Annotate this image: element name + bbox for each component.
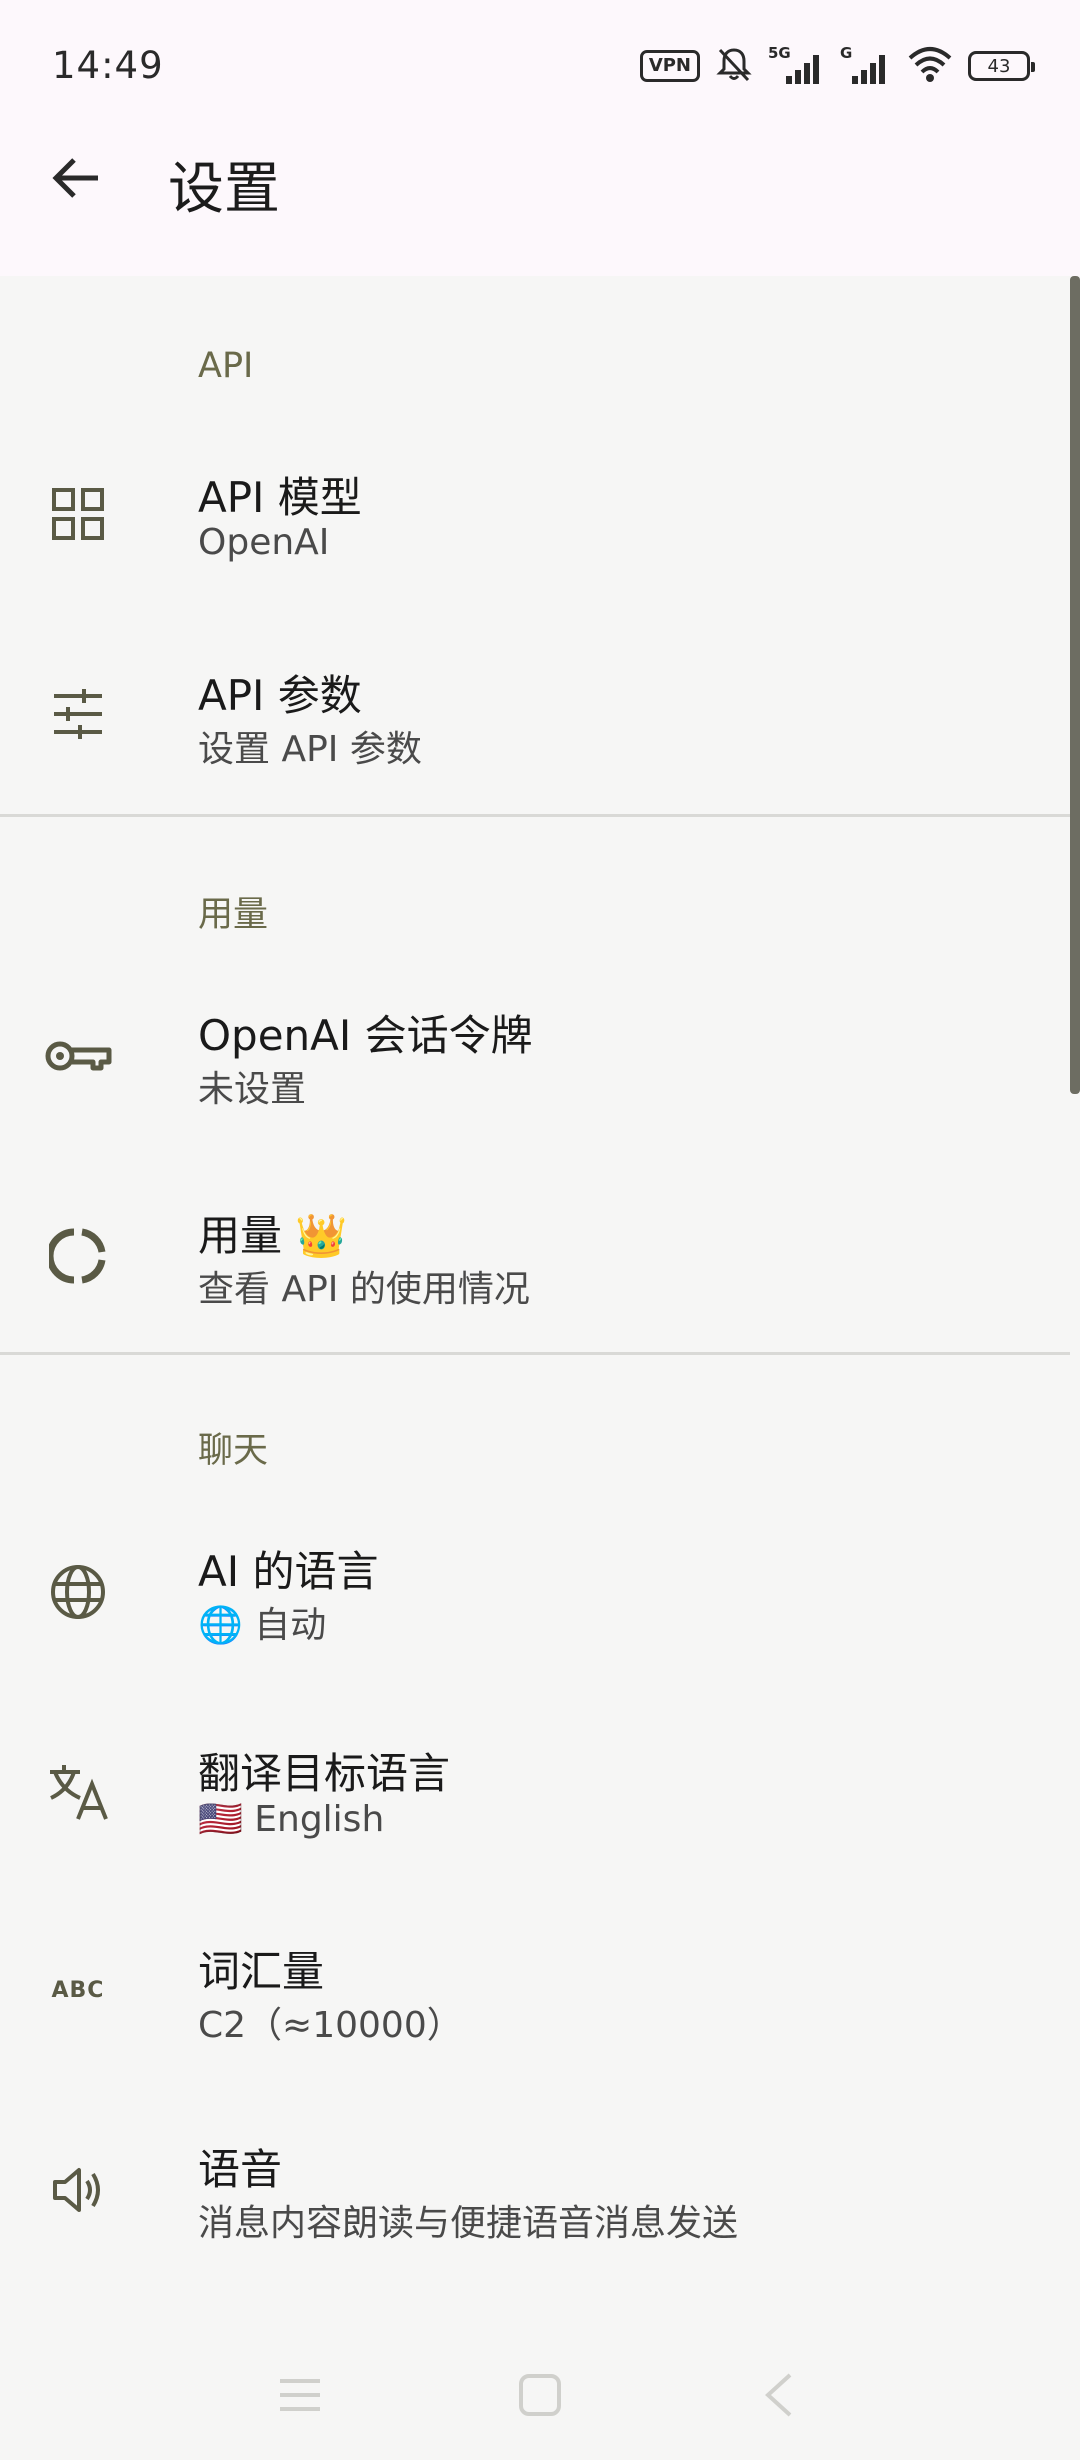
nav-back-button[interactable] (745, 2360, 815, 2430)
signal-5g-icon: 5G (768, 44, 826, 86)
section-divider (0, 814, 1070, 817)
wifi-icon (906, 44, 954, 88)
section-header-usage: 用量 (198, 895, 269, 935)
settings-item-usage[interactable]: 用量 👑 查看 API 的使用情况 (0, 1166, 1070, 1346)
settings-item-session-token[interactable]: OpenAI 会话令牌 未设置 (0, 966, 1070, 1146)
page-title: 设置 (168, 157, 280, 222)
signal-g-icon: G (840, 44, 892, 86)
key-icon (40, 1018, 116, 1094)
signal-5g-label: 5G (768, 44, 791, 62)
settings-item-translate-target[interactable]: 翻译目标语言 🇺🇸 English (0, 1702, 1070, 1882)
status-icons: VPN 5G G 43 (639, 44, 1035, 88)
item-subtitle: 设置 API 参数 (198, 729, 422, 770)
item-subtitle: 🌐 自动 (198, 1605, 327, 1646)
status-time: 14:49 (52, 44, 164, 87)
item-title: AI 的语言 (198, 1547, 379, 1596)
chevron-left-icon (765, 2373, 792, 2417)
item-title: 词汇量 (198, 1947, 325, 1996)
speaker-icon (40, 2152, 116, 2228)
settings-item-ai-language[interactable]: AI 的语言 🌐 自动 (0, 1502, 1070, 1682)
menu-icon (280, 2379, 320, 2411)
tune-icon (40, 676, 116, 752)
item-subtitle: 查看 API 的使用情况 (198, 1269, 530, 1310)
battery-icon: 43 (968, 51, 1035, 81)
item-title: 翻译目标语言 (198, 1749, 451, 1798)
nav-home-button[interactable] (505, 2360, 575, 2430)
arrow-left-icon (52, 158, 98, 198)
item-title: OpenAI 会话令牌 (198, 1011, 533, 1060)
nav-menu-button[interactable] (265, 2360, 335, 2430)
abc-icon: ABC (51, 1977, 105, 2003)
home-square-icon (519, 2374, 561, 2416)
section-divider (0, 1352, 1070, 1355)
app-bar (0, 140, 1080, 276)
status-bar: 14:49 VPN 5G G 43 (0, 0, 1080, 140)
bell-off-icon (714, 44, 754, 88)
item-subtitle: 消息内容朗读与便捷语音消息发送 (198, 2203, 739, 2244)
section-header-api: API (198, 346, 254, 386)
back-button[interactable] (36, 138, 116, 218)
section-header-chat: 聊天 (198, 1431, 269, 1471)
navigation-bar (0, 2330, 1080, 2460)
item-subtitle: 未设置 (198, 1069, 307, 1110)
settings-item-vocabulary[interactable]: ABC 词汇量 C2（≈10000） (0, 1900, 1070, 2080)
globe-icon (40, 1554, 116, 1630)
item-subtitle: OpenAI (198, 522, 330, 563)
scrollbar[interactable] (1070, 276, 1080, 1094)
item-title: 用量 👑 (198, 1211, 348, 1260)
item-title: API 模型 (198, 473, 362, 522)
settings-item-voice[interactable]: 语音 消息内容朗读与便捷语音消息发送 (0, 2100, 1070, 2280)
item-title: API 参数 (198, 671, 362, 720)
item-subtitle: C2（≈10000） (198, 2005, 463, 2046)
settings-item-api-params[interactable]: API 参数 设置 API 参数 (0, 624, 1070, 804)
item-title: 语音 (198, 2145, 283, 2194)
translate-icon (40, 1754, 116, 1830)
signal-g-label: G (840, 44, 853, 62)
item-subtitle: 🇺🇸 English (198, 1799, 385, 1840)
donut-icon (40, 1218, 116, 1294)
vpn-icon: VPN (639, 50, 700, 82)
grid-icon (40, 476, 116, 552)
settings-item-api-model[interactable]: API 模型 OpenAI (0, 424, 1070, 604)
